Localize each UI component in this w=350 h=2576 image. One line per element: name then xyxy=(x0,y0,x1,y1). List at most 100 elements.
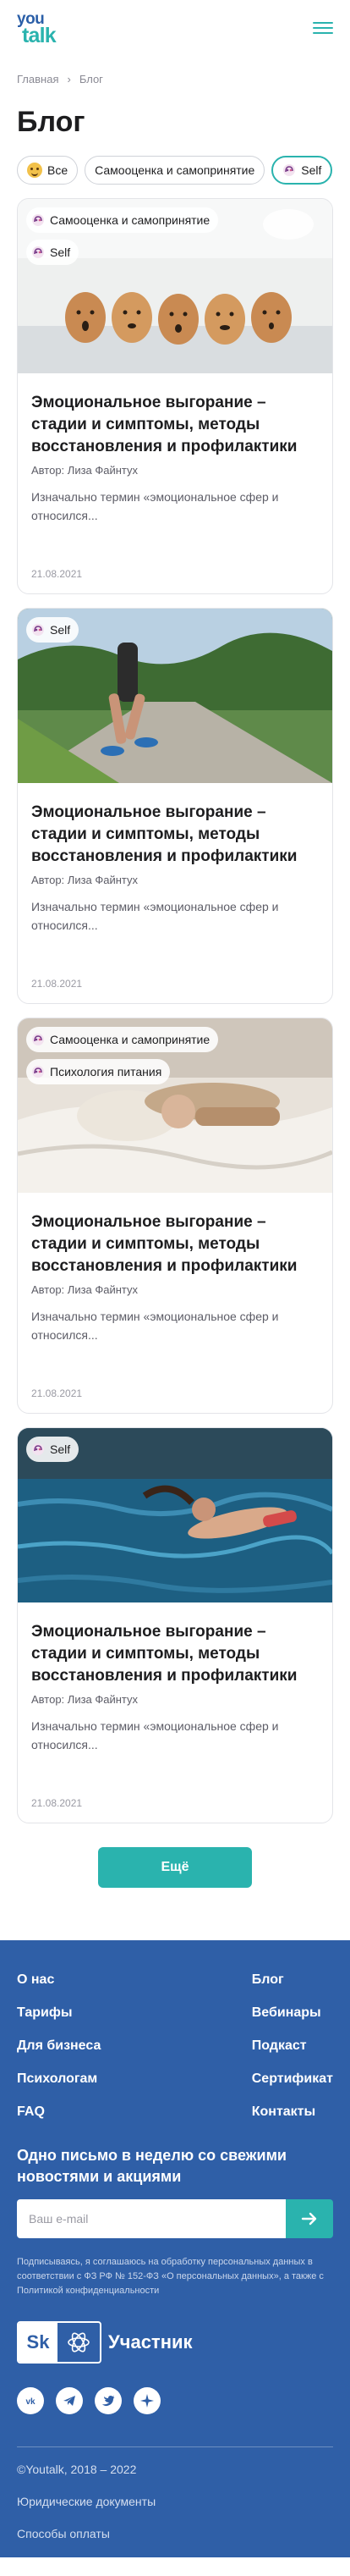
skolkovo-badge: Sk Участник xyxy=(17,2320,333,2364)
email-input[interactable] xyxy=(17,2199,286,2239)
card-tags: Самооценка и самопринятие Self xyxy=(26,207,219,265)
card-image-eggs: Самооценка и самопринятие Self xyxy=(18,199,332,373)
star-icon[interactable] xyxy=(134,2386,161,2414)
card-tag-label: Психология питания xyxy=(50,1065,162,1078)
arrow-right-icon xyxy=(301,2213,317,2226)
card-tags: Self xyxy=(26,1437,79,1462)
footer-link-psychologists[interactable]: Психологам xyxy=(17,2071,252,2087)
card-image-runner: Self xyxy=(18,609,332,783)
site-header: you talk xyxy=(0,0,350,59)
skolkovo-logo-text: Sk xyxy=(19,2322,57,2362)
card-excerpt: Изначально термин «эмоциональное сфер и … xyxy=(31,900,279,933)
card-title[interactable]: Эмоциональное выгорание – стадии и симпт… xyxy=(31,1621,319,1686)
breadcrumb-current: Блог xyxy=(79,73,103,85)
vk-icon[interactable]: vk xyxy=(17,2386,44,2414)
twitter-icon[interactable] xyxy=(95,2386,122,2414)
card-tag-label: Self xyxy=(50,623,71,637)
footer-bottom: ©Youtalk, 2018 – 2022 Юридические докуме… xyxy=(17,2447,333,2540)
footer-link-faq[interactable]: FAQ xyxy=(17,2104,252,2120)
card-author: Автор: Лиза Файнтух xyxy=(31,464,139,477)
svg-text:vk: vk xyxy=(25,2397,36,2407)
hamburger-icon[interactable] xyxy=(313,22,333,34)
footer-link-business[interactable]: Для бизнеса xyxy=(17,2038,252,2054)
card-tag[interactable]: Самооценка и самопринятие xyxy=(26,207,219,233)
breadcrumb: Главная › Блог xyxy=(0,59,350,85)
blog-cards-list: Самооценка и самопринятие Self Эмоционал… xyxy=(0,185,350,1823)
blog-card[interactable]: Самооценка и самопринятие Психология пит… xyxy=(17,1018,333,1414)
footer-link-about[interactable]: О нас xyxy=(17,1972,252,1988)
card-tag-label: Самооценка и самопринятие xyxy=(50,1033,211,1046)
card-author: Автор: Лиза Файнтух xyxy=(31,1283,139,1297)
footer-link-pricing[interactable]: Тарифы xyxy=(17,2005,252,2021)
filter-chip-all[interactable]: Все xyxy=(17,156,79,185)
consent-text: Подписываясь, я соглашаюсь на обработку … xyxy=(17,2257,324,2297)
brain-icon xyxy=(32,1443,44,1455)
breadcrumb-home-link[interactable]: Главная xyxy=(17,73,58,85)
card-tag[interactable]: Self xyxy=(26,617,79,643)
footer-nav: О нас Блог Тарифы Вебинары Для бизнеса П… xyxy=(17,1972,333,2120)
footer-link-contacts[interactable]: Контакты xyxy=(252,2104,333,2120)
card-author: Автор: Лиза Файнтух xyxy=(31,1693,139,1707)
card-tag-label: Самооценка и самопринятие xyxy=(50,213,211,227)
newsletter-submit-button[interactable] xyxy=(286,2199,333,2239)
chevron-right-icon: › xyxy=(67,73,71,85)
card-tags: Самооценка и самопринятие Психология пит… xyxy=(26,1027,219,1084)
filter-chip-label: Самооценка и самопринятие xyxy=(95,163,255,177)
load-more-button[interactable]: Ещё xyxy=(98,1847,252,1888)
brain-icon xyxy=(32,1066,44,1078)
card-body: Эмоциональное выгорание – стадии и симпт… xyxy=(18,1602,332,1823)
card-tag[interactable]: Self xyxy=(26,1437,79,1462)
youtalk-logo[interactable]: you talk xyxy=(17,11,57,48)
card-date: 21.08.2021 xyxy=(31,568,83,580)
card-image-water: Self xyxy=(18,1428,332,1602)
card-excerpt: Изначально термин «эмоциональное сфер и … xyxy=(31,1719,279,1752)
newsletter-form xyxy=(17,2199,333,2239)
filter-chip-self[interactable]: Self xyxy=(271,156,333,185)
card-tag[interactable]: Самооценка и самопринятие xyxy=(26,1027,219,1052)
card-title[interactable]: Эмоциональное выгорание – стадии и симпт… xyxy=(31,1211,319,1277)
brain-icon xyxy=(32,246,44,258)
brain-icon xyxy=(32,214,44,226)
footer-link-blog[interactable]: Блог xyxy=(252,1972,333,1988)
telegram-icon[interactable] xyxy=(56,2386,83,2414)
footer-link-webinars[interactable]: Вебинары xyxy=(252,2005,333,2021)
blog-card[interactable]: Self Эмоциональное выгорание – стадии и … xyxy=(17,608,333,1004)
card-body: Эмоциональное выгорание – стадии и симпт… xyxy=(18,373,332,593)
site-footer: О нас Блог Тарифы Вебинары Для бизнеса П… xyxy=(0,1940,350,2557)
load-more-wrap: Ещё xyxy=(0,1823,350,1940)
smiling-face-icon xyxy=(27,163,42,178)
skolkovo-logo: Sk xyxy=(17,2320,101,2364)
card-title[interactable]: Эмоциональное выгорание – стадии и симпт… xyxy=(31,392,319,457)
social-links: vk xyxy=(17,2386,333,2414)
brain-icon xyxy=(283,164,296,176)
filter-chip-label: Все xyxy=(47,163,68,177)
card-date: 21.08.2021 xyxy=(31,1797,83,1809)
brain-icon xyxy=(32,624,44,636)
card-excerpt: Изначально термин «эмоциональное сфер и … xyxy=(31,1310,279,1343)
card-excerpt: Изначально термин «эмоциональное сфер и … xyxy=(31,490,279,523)
blog-card[interactable]: Self Эмоциональное выгорание – стадии и … xyxy=(17,1427,333,1823)
card-date: 21.08.2021 xyxy=(31,978,83,990)
filter-chip-self-esteem[interactable]: Самооценка и самопринятие xyxy=(85,156,265,185)
card-author: Автор: Лиза Файнтух xyxy=(31,874,139,887)
copyright: ©Youtalk, 2018 – 2022 xyxy=(17,2462,137,2476)
card-tag-label: Self xyxy=(50,1442,71,1456)
card-tag[interactable]: Психология питания xyxy=(26,1059,171,1084)
footer-link-certificate[interactable]: Сертификат xyxy=(252,2071,333,2087)
card-body: Эмоциональное выгорание – стадии и симпт… xyxy=(18,1193,332,1413)
footer-link-podcast[interactable]: Подкаст xyxy=(252,2038,333,2054)
blog-card[interactable]: Самооценка и самопринятие Self Эмоционал… xyxy=(17,198,333,594)
card-tags: Self xyxy=(26,617,79,643)
card-title[interactable]: Эмоциональное выгорание – стадии и симпт… xyxy=(31,802,319,867)
legal-documents-link[interactable]: Юридические документы xyxy=(17,2495,333,2508)
card-tag[interactable]: Self xyxy=(26,240,79,265)
atom-icon xyxy=(68,2332,90,2353)
card-tag-label: Self xyxy=(50,245,71,259)
card-image-bed: Самооценка и самопринятие Психология пит… xyxy=(18,1018,332,1193)
newsletter-title: Одно письмо в неделю со свежими новостям… xyxy=(17,2147,287,2186)
logo-word-talk: talk xyxy=(22,24,57,48)
payment-methods-link[interactable]: Способы оплаты xyxy=(17,2527,333,2540)
category-filters: Все Самооценка и самопринятие Self xyxy=(0,139,350,185)
filter-chip-label: Self xyxy=(301,163,322,177)
card-body: Эмоциональное выгорание – стадии и симпт… xyxy=(18,783,332,1003)
